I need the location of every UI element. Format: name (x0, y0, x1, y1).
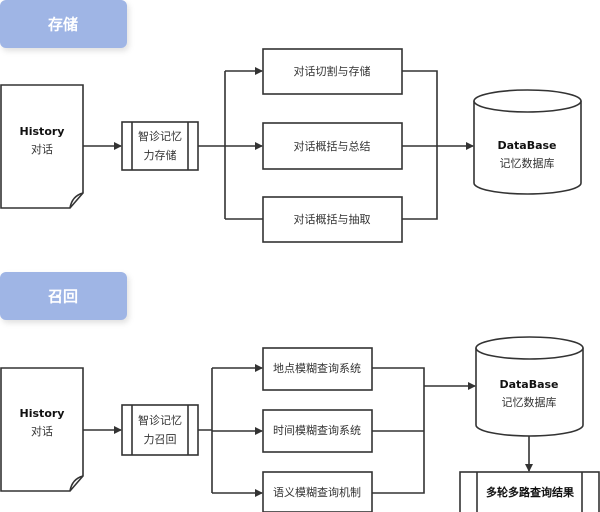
recall-branch-box: 时间模糊查询系统 (262, 409, 373, 453)
storage-database-cylinder: DataBase 记忆数据库 (473, 89, 582, 195)
storage-section: 存储 History 对话 智诊记忆 力存储 对话切割与存储 对话概括与总结 对… (0, 0, 582, 243)
connector (198, 368, 213, 493)
storage-branch-box: 对话概括与总结 (262, 122, 403, 170)
storage-branch-box: 对话概括与抽取 (262, 196, 403, 243)
svg-text:记忆数据库: 记忆数据库 (502, 395, 557, 409)
recall-process-box: 智诊记忆 力召回 (121, 404, 199, 456)
connector (402, 70, 438, 220)
svg-text:对话: 对话 (31, 142, 53, 156)
svg-text:DataBase: DataBase (499, 378, 558, 391)
svg-text:时间模糊查询系统: 时间模糊查询系统 (273, 423, 361, 437)
recall-section: 召回 History 对话 智诊记忆 力召回 地点模糊查询系统 时间模糊查询系统 (0, 272, 600, 512)
memory-flow-diagram: 存储 History 对话 智诊记忆 力存储 对话切割与存储 对话概括与总结 对… (0, 0, 600, 512)
recall-result-box: 多轮多路查询结果 (459, 471, 600, 512)
svg-text:对话: 对话 (31, 424, 53, 438)
svg-text:History: History (20, 125, 65, 138)
svg-text:语义模糊查询机制: 语义模糊查询机制 (273, 485, 361, 499)
svg-text:智诊记忆: 智诊记忆 (138, 413, 182, 427)
recall-branch-box: 语义模糊查询机制 (262, 471, 373, 512)
recall-branch-box: 地点模糊查询系统 (262, 347, 373, 391)
recall-history-document: History 对话 (0, 367, 84, 492)
svg-text:对话概括与总结: 对话概括与总结 (294, 139, 371, 153)
svg-text:智诊记忆: 智诊记忆 (138, 129, 182, 143)
svg-text:力召回: 力召回 (144, 433, 177, 446)
svg-text:DataBase: DataBase (497, 139, 556, 152)
storage-history-document: History 对话 (0, 84, 84, 209)
svg-text:力存储: 力存储 (144, 148, 177, 162)
storage-process-box: 智诊记忆 力存储 (121, 121, 199, 171)
svg-text:History: History (20, 407, 65, 420)
connector (372, 367, 425, 494)
storage-branch-box: 对话切割与存储 (262, 48, 403, 95)
svg-text:对话切割与存储: 对话切割与存储 (294, 64, 371, 78)
svg-text:地点模糊查询系统: 地点模糊查询系统 (273, 361, 361, 375)
svg-text:记忆数据库: 记忆数据库 (500, 156, 555, 170)
recall-database-cylinder: DataBase 记忆数据库 (475, 336, 584, 437)
svg-text:召回: 召回 (48, 288, 78, 306)
connector (198, 71, 226, 219)
svg-text:对话概括与抽取: 对话概括与抽取 (294, 212, 371, 226)
svg-text:存储: 存储 (48, 16, 78, 34)
svg-text:多轮多路查询结果: 多轮多路查询结果 (486, 485, 574, 499)
